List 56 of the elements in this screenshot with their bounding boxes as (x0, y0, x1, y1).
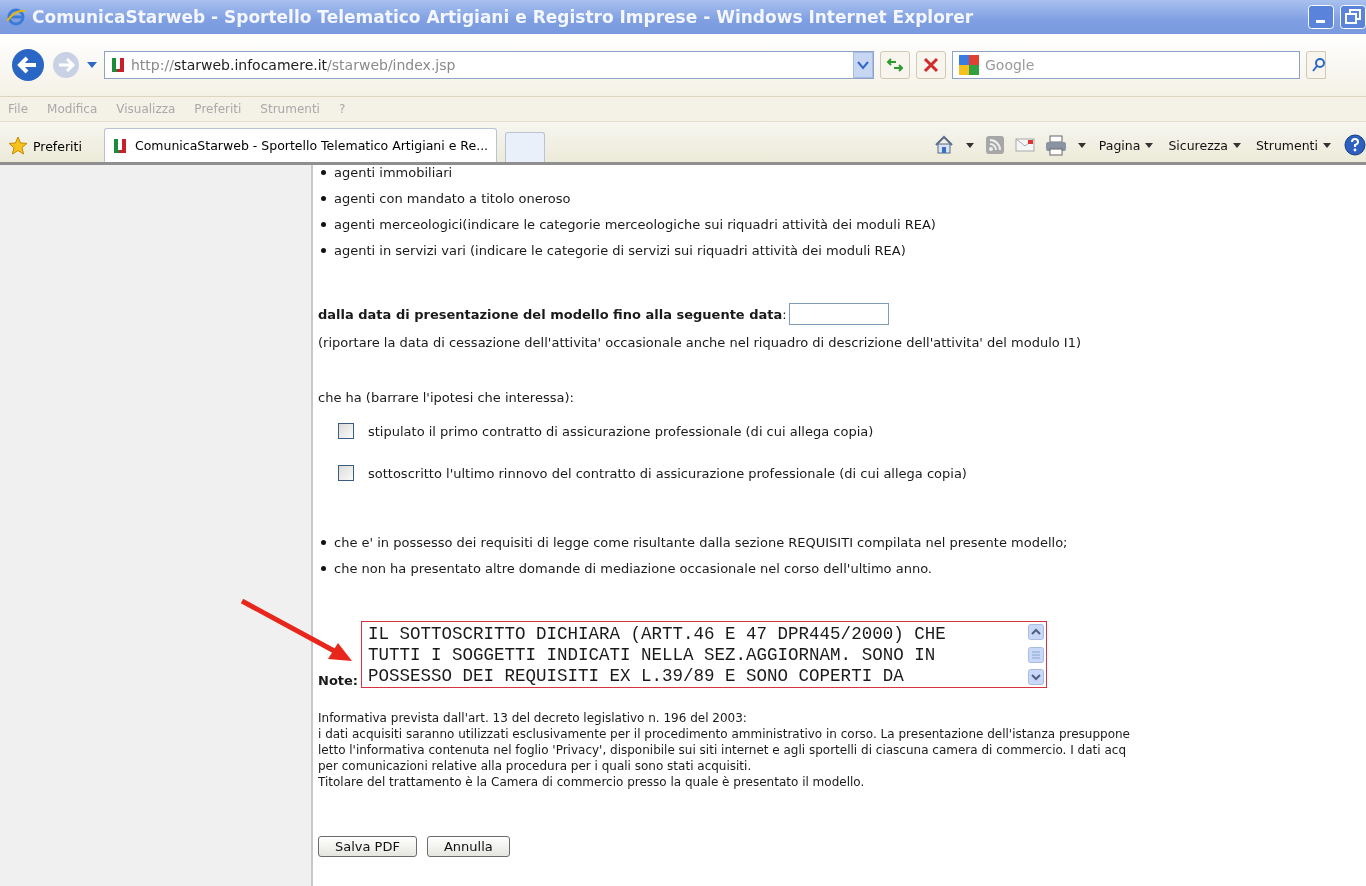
minimize-icon[interactable] (1308, 5, 1334, 29)
list-item-text: che non ha presentato altre domande di mediazione occasionale nel corso dell'ultimo anno. (334, 560, 932, 576)
dropdown-icon[interactable] (856, 60, 870, 70)
caret-icon[interactable] (1076, 141, 1087, 149)
site-logo-icon (111, 57, 125, 73)
address-field[interactable]: http://starweb.infocamere.it/starweb/index.jsp (104, 51, 874, 79)
printer-icon[interactable] (1044, 134, 1067, 156)
browser-tab[interactable]: ComunicaStarweb - Sportello Telematico Artigiani e Re... (103, 128, 498, 162)
note-label: Note: (318, 673, 359, 688)
privacy-text: i dati acquisiti saranno utilizzati esclusivamente per il procedimento amministrativo in corso. La presentazione dell'istanza presuppone (318, 726, 1131, 742)
window-title: ComunicaStarweb - Sportello Telematico Artigiani e Registro Imprese - Windows Internet Explorer (32, 7, 975, 27)
list-item-text: che e' in possesso dei requisiti di legge come risultante dalla sezione REQUISITI compilata nel presente modello; (334, 534, 1068, 550)
caret-icon[interactable] (964, 141, 975, 149)
back-icon[interactable] (10, 47, 46, 83)
list-item-text: agenti immobiliari (334, 165, 453, 180)
caret-icon (1322, 141, 1332, 149)
list-item-text: agenti con mandato a titolo oneroso (334, 190, 571, 206)
privacy-text: per comunicazioni relative alla procedura per i quali sono stati acquisiti. (318, 758, 753, 774)
bullet-icon (321, 565, 326, 571)
form-button[interactable]: Annulla (426, 836, 510, 857)
list-item-text: agenti merceologici(indicare le categorie merceologiche sui riquadri attività dei moduli REA) (334, 216, 936, 232)
favorites-button[interactable]: Preferiti (8, 130, 82, 162)
stop-icon[interactable] (922, 56, 940, 74)
date-label: dalla data di presentazione del modello fino alla seguente data: (318, 306, 787, 322)
help-icon[interactable] (1344, 134, 1366, 156)
caret-icon (1231, 141, 1242, 149)
search-provider-icon (959, 55, 979, 75)
refresh-icon[interactable] (886, 56, 904, 74)
caret-icon (1144, 141, 1155, 149)
command-menu[interactable]: Pagina (1096, 137, 1157, 153)
restore-icon[interactable] (1340, 5, 1366, 29)
checkbox[interactable] (338, 465, 354, 481)
dropdown-caret-icon[interactable] (86, 60, 98, 70)
bullet-icon (321, 247, 326, 253)
checkbox[interactable] (338, 423, 354, 439)
command-menu[interactable]: Sicurezza (1166, 137, 1244, 153)
bullet-icon (321, 539, 326, 545)
search-icon[interactable] (1311, 57, 1325, 73)
bullet-icon (321, 195, 326, 201)
bullet-icon (321, 221, 326, 227)
privacy-text: Titolare del trattamento è la Camera di commercio presso la quale è presentato il modello. (318, 774, 866, 790)
site-logo-icon (112, 137, 127, 154)
mail-icon[interactable] (1014, 136, 1035, 154)
privacy-text: letto l'informativa contenuta nel foglio 'Privacy', disponibile sui siti internet e agli sportelli di ciascuna camera di commercio. I dati acq (318, 742, 1127, 758)
checkbox-label: sottoscritto l'ultimo rinnovo del contratto di assicurazione professionale (di cui allega copia) (368, 465, 967, 481)
list-item-text: agenti in servizi vari (indicare le categorie di servizi sui riquadri attività dei moduli REA) (334, 242, 906, 258)
star-icon (8, 136, 28, 156)
command-menu[interactable]: Strumenti (1253, 137, 1334, 153)
date-field[interactable] (788, 303, 889, 325)
bullet-icon (321, 169, 326, 175)
checkbox-label: stipulato il primo contratto di assicurazione professionale (di cui allega copia) (368, 423, 874, 439)
prompt-text: che ha (barrare l'ipotesi che interessa): (318, 390, 575, 405)
date-hint-text: (riportare la data di cessazione dell'attivita' occasionale anche nel riquadro di descrizione dell'attivita' del modulo I1) (318, 335, 1083, 350)
form-button[interactable]: Salva PDF (318, 836, 417, 857)
privacy-text: Informativa prevista dall'art. 13 del decreto legislativo n. 196 del 2003: (318, 710, 748, 726)
browser-logo-icon (6, 7, 26, 27)
